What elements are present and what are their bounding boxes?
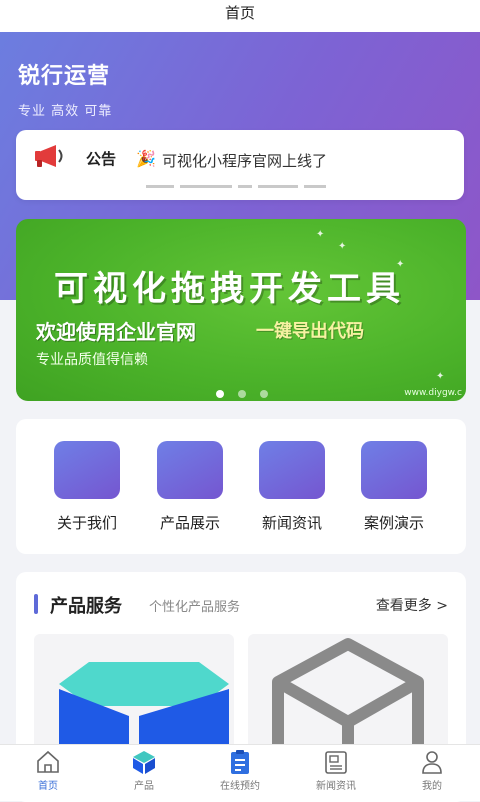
tab-label: 我的 xyxy=(422,781,442,792)
banner-url: www.diygw.c xyxy=(404,388,462,398)
tab-products[interactable]: 产品 xyxy=(96,749,192,792)
page-title: 首页 xyxy=(0,0,480,32)
view-more-link[interactable]: 查看更多 > xyxy=(376,595,448,615)
user-icon xyxy=(422,751,442,774)
tab-home[interactable]: 首页 xyxy=(0,749,96,792)
newspaper-icon xyxy=(325,751,347,774)
tab-label: 新闻资讯 xyxy=(316,781,356,792)
cube-icon xyxy=(133,751,155,774)
party-popper-icon: 🎉 xyxy=(136,149,156,168)
quick-menu: 关于我们 产品展示 新闻资讯 案例演示 xyxy=(16,419,466,554)
banner-subtitle-right: 一键导出代码 xyxy=(256,321,364,342)
banner-indicator xyxy=(216,383,277,401)
banner-dot[interactable] xyxy=(260,390,269,398)
tab-news[interactable]: 新闻资讯 xyxy=(288,749,384,792)
tab-label: 在线预约 xyxy=(220,781,260,792)
notice-next-line xyxy=(146,180,336,188)
about-icon xyxy=(54,441,120,499)
notice-label: 公告 xyxy=(86,150,117,168)
tab-profile[interactable]: 我的 xyxy=(384,749,480,792)
megaphone-icon xyxy=(35,145,63,167)
notice-card[interactable]: 公告 🎉 可视化小程序官网上线了 xyxy=(16,130,464,200)
home-icon xyxy=(37,750,59,773)
section-subtitle: 个性化产品服务 xyxy=(149,600,241,615)
menu-item-label: 关于我们 xyxy=(56,514,117,532)
menu-item-news[interactable]: 新闻资讯 xyxy=(252,441,332,533)
section-accent-bar xyxy=(34,594,38,614)
products-icon xyxy=(157,441,223,499)
menu-item-about[interactable]: 关于我们 xyxy=(47,441,127,533)
banner-dot[interactable] xyxy=(216,390,224,398)
clipboard-icon xyxy=(231,750,249,774)
menu-item-label: 新闻资讯 xyxy=(261,514,322,532)
banner-dot[interactable] xyxy=(238,390,247,398)
banner-subtitle-left: 欢迎使用企业官网 xyxy=(36,320,196,344)
banner-title: 可视化拖拽开发工具 xyxy=(54,269,405,309)
tab-label: 首页 xyxy=(38,781,58,792)
brand-name: 锐行运营 xyxy=(18,64,111,89)
menu-item-label: 案例演示 xyxy=(363,514,424,532)
tab-label: 产品 xyxy=(134,781,154,792)
banner-swiper[interactable]: ✦ ✦ ✦ ✦ ✦ ✦ 可视化拖拽开发工具 欢迎使用企业官网 一键导出代码 专业… xyxy=(16,219,466,401)
section-title: 产品服务 xyxy=(50,596,122,617)
banner-tagline: 专业品质值得信赖 xyxy=(36,352,148,368)
cases-icon xyxy=(361,441,427,499)
menu-item-products[interactable]: 产品展示 xyxy=(150,441,230,533)
tab-booking[interactable]: 在线预约 xyxy=(192,749,288,792)
menu-item-label: 产品展示 xyxy=(159,514,220,532)
brand-slogan: 专业 高效 可靠 xyxy=(18,104,113,119)
bottom-tab-bar: 首页 产品 在线预约 新闻资讯 我的 xyxy=(0,744,480,801)
notice-text[interactable]: 可视化小程序官网上线了 xyxy=(162,150,327,171)
news-icon xyxy=(259,441,325,499)
menu-item-cases[interactable]: 案例演示 xyxy=(354,441,434,533)
